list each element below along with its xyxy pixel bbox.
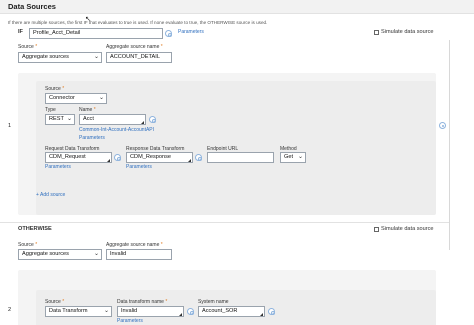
row1-resp-parameters-link[interactable]: Parameters — [126, 164, 152, 170]
row1-req-transform-value: CDM_Request — [49, 154, 86, 160]
otherwise-keyword: OTHERWISE — [18, 226, 52, 232]
row2-dt-parameters-link[interactable]: Parameters — [117, 318, 143, 324]
chevron-down-icon: ⌄ — [93, 54, 99, 60]
row1-source-value: Connector — [49, 95, 75, 101]
header-bar — [0, 0, 474, 14]
otherwise-source-label: Source — [18, 242, 37, 248]
row1-method-value: Get — [284, 154, 294, 160]
resize-handle-icon — [188, 159, 191, 162]
otherwise-agg-name-label: Aggregate source name — [106, 242, 163, 248]
gear-icon[interactable] — [114, 154, 121, 161]
row1-method-select[interactable]: Get ⌄ — [280, 152, 306, 163]
row-number-1: 1 — [8, 123, 12, 129]
row2-system-label: System name — [198, 299, 229, 305]
chevron-down-icon: ⌄ — [103, 308, 109, 314]
chevron-down-icon: ⌄ — [98, 95, 104, 101]
row1-name-parameters-link[interactable]: Parameters — [79, 135, 105, 141]
row1-source-select[interactable]: Connector ⌄ — [45, 93, 107, 104]
row2-source-label: Source — [45, 299, 64, 305]
gear-icon[interactable] — [195, 154, 202, 161]
chevron-down-icon: ⌄ — [66, 116, 72, 122]
row2-dt-name-label: Data transform name — [117, 299, 167, 305]
if-source-select[interactable]: Aggregate sources ⌄ — [18, 52, 102, 63]
row1-name-field[interactable]: Acct — [79, 114, 146, 125]
resize-handle-icon — [179, 313, 182, 316]
gear-icon[interactable] — [268, 308, 275, 315]
row1-type-value: REST — [49, 116, 64, 122]
resize-handle-icon — [260, 313, 263, 316]
chevron-down-icon: ⌄ — [93, 251, 99, 257]
row2-source-value: Data Transform — [49, 308, 88, 314]
if-agg-name-field[interactable]: ACCOUNT_DETAIL — [106, 52, 172, 63]
data-sources-hint: If there are multiple sources, the first… — [8, 20, 268, 25]
row1-class-link[interactable]: Common-Int-Account-AccountAPI — [79, 127, 154, 133]
row1-req-parameters-link[interactable]: Parameters — [45, 164, 71, 170]
row1-resp-transform-value: CDM_Response — [130, 154, 172, 160]
mouse-cursor-icon: ↖ — [85, 16, 91, 23]
if-agg-name-label: Aggregate source name — [106, 44, 163, 50]
row1-resp-transform-field[interactable]: CDM_Response — [126, 152, 193, 163]
divider — [449, 40, 450, 250]
row1-name-label: Name — [79, 107, 96, 113]
row2-source-select[interactable]: Data Transform ⌄ — [45, 306, 112, 317]
otherwise-simulate-checkbox[interactable] — [374, 227, 379, 232]
row2-dt-name-value: Invalid — [121, 308, 138, 314]
if-source-select-value: Aggregate sources — [22, 54, 69, 60]
add-source-link[interactable]: + Add source — [36, 192, 65, 198]
row1-endpoint-field[interactable] — [207, 152, 274, 163]
if-condition-field[interactable]: Profile_Acct_Detail — [29, 28, 163, 39]
row1-source-label: Source — [45, 86, 64, 92]
if-simulate-checkbox[interactable] — [374, 30, 379, 35]
row-number-2: 2 — [8, 307, 12, 313]
gear-icon[interactable] — [165, 30, 172, 37]
if-simulate-label: Simulate data source — [381, 29, 434, 35]
row1-name-value: Acct — [83, 116, 94, 122]
gear-icon[interactable] — [187, 308, 194, 315]
chevron-down-icon: ⌄ — [297, 154, 303, 160]
otherwise-source-value: Aggregate sources — [22, 251, 69, 257]
page-title: Data Sources — [8, 2, 56, 11]
resize-handle-icon — [107, 159, 110, 162]
row1-type-label: Type — [45, 107, 56, 113]
if-source-label: Source — [18, 44, 37, 50]
resize-handle-icon — [141, 121, 144, 124]
row-1-action-icon[interactable] — [439, 122, 446, 129]
if-parameters-link[interactable]: Parameters — [178, 29, 204, 35]
gear-icon[interactable] — [149, 116, 156, 123]
row1-type-select[interactable]: REST ⌄ — [45, 114, 75, 125]
otherwise-simulate-label: Simulate data source — [381, 226, 434, 232]
section-divider — [0, 222, 449, 223]
otherwise-agg-name-field[interactable]: Invalid — [106, 249, 172, 260]
row1-req-transform-field[interactable]: CDM_Request — [45, 152, 112, 163]
if-keyword: IF — [18, 29, 23, 35]
row2-dt-name-field[interactable]: Invalid — [117, 306, 184, 317]
otherwise-source-select[interactable]: Aggregate sources ⌄ — [18, 249, 102, 260]
row2-system-value: Account_SOR — [202, 308, 238, 314]
row2-system-field[interactable]: Account_SOR — [198, 306, 265, 317]
